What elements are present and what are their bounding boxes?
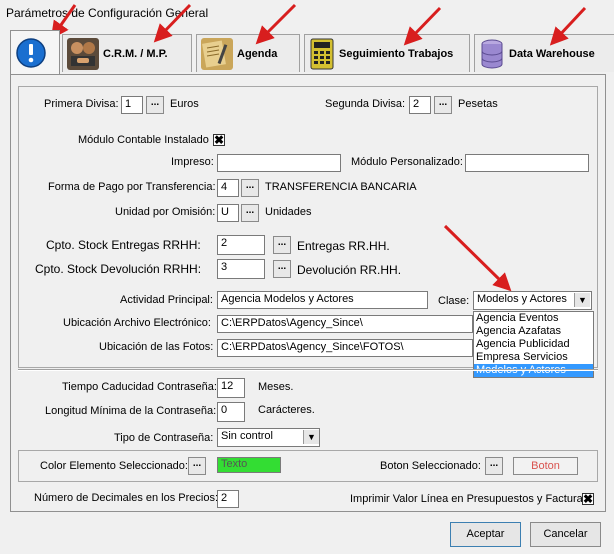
stock-devolucion-input[interactable]: 3 xyxy=(217,259,265,279)
clase-dropdown-list[interactable]: Agencia Eventos Agencia Azafatas Agencia… xyxy=(473,311,594,378)
stock-devolucion-browse-button[interactable]: ... xyxy=(273,260,291,278)
tab-seguimiento-label: Seguimiento Trabajos xyxy=(339,47,454,60)
ubicacion-archivo-input[interactable]: C:\ERPDatos\Agency_Since\ xyxy=(217,315,473,333)
divider xyxy=(18,369,598,371)
database-icon xyxy=(481,39,503,68)
imprimir-valor-label: Imprimir Valor Línea en Presupuestos y F… xyxy=(350,493,589,505)
caducidad-label: Tiempo Caducidad Contraseña: xyxy=(62,381,217,393)
modulo-personalizado-label: Módulo Personalizado: xyxy=(351,156,463,168)
clase-label: Clase: xyxy=(438,295,470,307)
caducidad-input[interactable]: 12 xyxy=(217,378,245,398)
aceptar-button[interactable]: Aceptar xyxy=(450,522,521,547)
stock-entregas-browse-button[interactable]: ... xyxy=(273,236,291,254)
dropdown-option[interactable]: Agencia Eventos xyxy=(474,312,593,325)
chevron-down-icon[interactable]: ▼ xyxy=(303,430,319,444)
tab-agenda-label: Agenda xyxy=(237,47,278,60)
tab-crm[interactable]: C.R.M. / M.P. xyxy=(62,34,192,72)
forma-pago-input[interactable]: 4 xyxy=(217,179,239,197)
segunda-divisa-browse-button[interactable]: ... xyxy=(434,96,452,114)
chevron-down-icon[interactable]: ▼ xyxy=(574,293,590,307)
primera-divisa-desc: Euros xyxy=(170,98,199,110)
calculator-icon xyxy=(310,38,334,69)
stock-devolucion-label: Cpto. Stock Devolución RRHH: xyxy=(35,262,202,276)
color-elemento-label: Color Elemento Seleccionado: xyxy=(40,460,188,472)
ubicacion-fotos-label: Ubicación de las Fotos: xyxy=(99,341,214,353)
window-title: Parámetros de Configuración General xyxy=(6,6,209,20)
segunda-divisa-input[interactable]: 2 xyxy=(409,96,431,114)
unidad-omision-input[interactable]: U xyxy=(217,204,239,222)
primera-divisa-label: Primera Divisa: xyxy=(44,98,119,110)
stock-entregas-desc: Entregas RR.HH. xyxy=(297,239,390,253)
longitud-input[interactable]: 0 xyxy=(217,402,245,422)
boton-seleccionado-label: Boton Seleccionado: xyxy=(380,460,481,472)
stock-entregas-label: Cpto. Stock Entregas RRHH: xyxy=(46,238,201,252)
tab-crm-label: C.R.M. / M.P. xyxy=(103,47,168,60)
ubicacion-fotos-input[interactable]: C:\ERPDatos\Agency_Since\FOTOS\ xyxy=(217,339,473,357)
stock-devolucion-desc: Devolución RR.HH. xyxy=(297,263,402,277)
stock-entregas-input[interactable]: 2 xyxy=(217,235,265,255)
caducidad-desc: Meses. xyxy=(258,381,294,393)
decimales-input[interactable]: 2 xyxy=(217,490,239,508)
longitud-label: Longitud Mínima de la Contraseña: xyxy=(45,405,217,417)
tab-strip: C.R.M. / M.P. Agenda Seguimiento Trabajo… xyxy=(10,30,614,76)
handshake-icon xyxy=(67,37,99,70)
imprimir-valor-checkbox[interactable]: ✖ xyxy=(582,493,594,505)
color-elemento-browse-button[interactable]: ... xyxy=(188,457,206,475)
modulo-contable-label: Módulo Contable Instalado xyxy=(78,134,209,146)
impreso-label: Impreso: xyxy=(171,156,214,168)
tab-seguimiento[interactable]: Seguimiento Trabajos xyxy=(304,34,470,72)
boton-seleccionado-browse-button[interactable]: ... xyxy=(485,457,503,475)
tipo-contrasena-label: Tipo de Contraseña: xyxy=(114,432,214,444)
primera-divisa-browse-button[interactable]: ... xyxy=(146,96,164,114)
longitud-desc: Carácteres. xyxy=(258,404,315,416)
tab-general[interactable] xyxy=(10,30,60,74)
cancelar-button[interactable]: Cancelar xyxy=(530,522,601,547)
forma-pago-browse-button[interactable]: ... xyxy=(241,179,259,197)
actividad-label: Actividad Principal: xyxy=(120,294,213,306)
modulo-personalizado-input[interactable] xyxy=(465,154,589,172)
segunda-divisa-label: Segunda Divisa: xyxy=(325,98,406,110)
dropdown-option[interactable]: Empresa Servicios xyxy=(474,351,593,364)
unidad-omision-label: Unidad por Omisión: xyxy=(115,206,216,218)
tab-data-warehouse[interactable]: Data Warehouse xyxy=(474,34,614,72)
tipo-contrasena-value: Sin control xyxy=(221,430,273,442)
segunda-divisa-desc: Pesetas xyxy=(458,98,498,110)
tab-data-warehouse-label: Data Warehouse xyxy=(509,47,595,60)
boton-seleccionado-preview: Boton xyxy=(513,457,578,475)
actividad-input[interactable]: Agencia Modelos y Actores xyxy=(217,291,428,309)
unidad-omision-desc: Unidades xyxy=(265,206,312,218)
ubicacion-archivo-label: Ubicación Archivo Electrónico: xyxy=(63,317,211,329)
dropdown-option[interactable]: Agencia Azafatas xyxy=(474,325,593,338)
unidad-omision-browse-button[interactable]: ... xyxy=(241,204,259,222)
modulo-contable-checkbox[interactable]: ✖ xyxy=(213,134,225,146)
info-icon xyxy=(16,37,46,68)
forma-pago-desc: TRANSFERENCIA BANCARIA xyxy=(265,181,417,193)
tab-agenda[interactable]: Agenda xyxy=(196,34,300,72)
decimales-label: Número de Decimales en los Precios: xyxy=(34,492,219,504)
color-elemento-preview: Texto xyxy=(217,457,281,473)
agenda-icon xyxy=(201,37,233,70)
forma-pago-label: Forma de Pago por Transferencia: xyxy=(48,181,216,193)
impreso-input[interactable] xyxy=(217,154,341,172)
dropdown-option[interactable]: Agencia Publicidad xyxy=(474,338,593,351)
primera-divisa-input[interactable]: 1 xyxy=(121,96,143,114)
clase-select-value: Modelos y Actores xyxy=(477,293,567,305)
